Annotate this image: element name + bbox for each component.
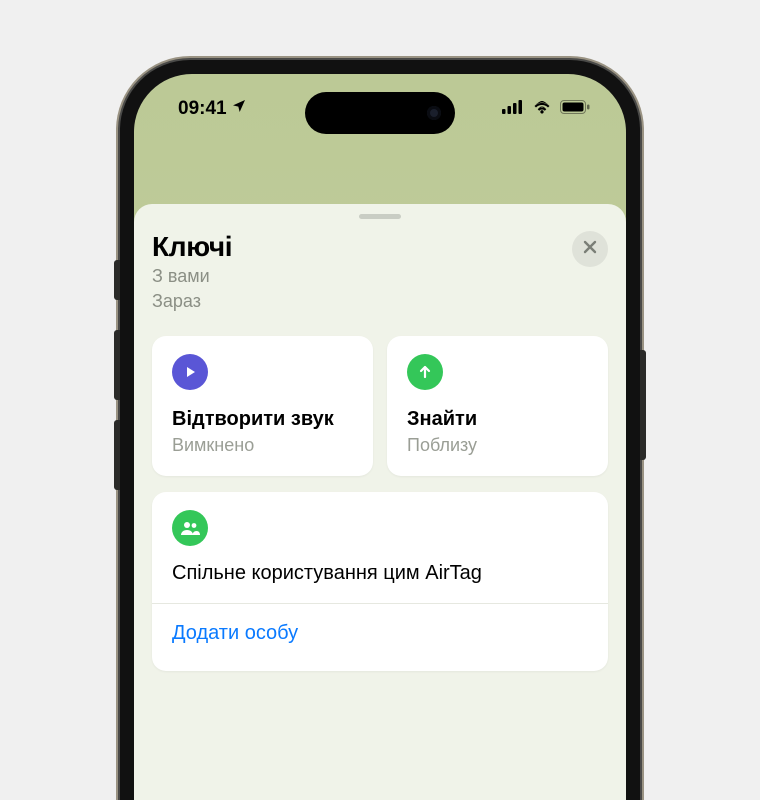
item-time: Зараз: [152, 290, 232, 313]
side-button-vol-down: [114, 420, 120, 490]
bottom-sheet[interactable]: Ключі З вами Зараз Відтворити звук Вимк: [134, 204, 626, 800]
battery-icon: [560, 98, 590, 120]
item-title: Ключі: [152, 231, 232, 263]
screen: 09:41: [134, 74, 626, 800]
find-sub: Поблизу: [407, 435, 588, 456]
status-bar: 09:41: [134, 74, 626, 144]
sheet-grabber[interactable]: [359, 214, 401, 219]
find-card[interactable]: Знайти Поблизу: [387, 336, 608, 476]
add-person-link[interactable]: Додати особу: [172, 604, 588, 651]
status-time: 09:41: [178, 98, 227, 120]
side-button-silent: [114, 260, 120, 300]
item-location: З вами: [152, 265, 232, 288]
share-title: Спільне користування цим AirTag: [172, 562, 588, 585]
play-sound-card[interactable]: Відтворити звук Вимкнено: [152, 336, 373, 476]
play-sound-title: Відтворити звук: [172, 408, 353, 431]
side-button-power: [640, 350, 646, 460]
location-arrow-icon: [231, 98, 247, 120]
close-icon: [583, 240, 597, 259]
arrow-up-icon: [407, 354, 443, 390]
play-icon: [172, 354, 208, 390]
side-button-vol-up: [114, 330, 120, 400]
people-icon: [172, 510, 208, 546]
close-button[interactable]: [572, 231, 608, 267]
find-title: Знайти: [407, 408, 588, 431]
play-sound-sub: Вимкнено: [172, 435, 353, 456]
phone-frame: 09:41: [120, 60, 640, 800]
wifi-icon: [532, 98, 552, 120]
share-card: Спільне користування цим AirTag Додати о…: [152, 492, 608, 671]
cellular-icon: [502, 98, 524, 120]
